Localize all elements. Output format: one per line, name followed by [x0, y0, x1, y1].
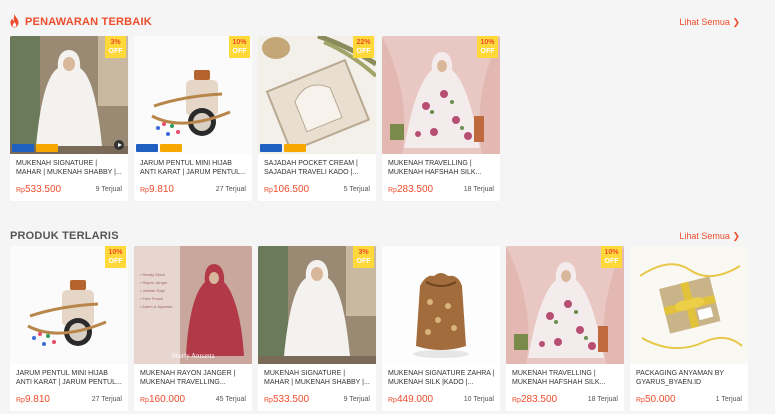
product-card[interactable]: • Ready Stock • Rayon Janger • Jahitan Rap… — [134, 246, 252, 411]
image-caption: Sherly Annanta — [171, 352, 215, 360]
section-header: PENAWARAN TERBAIK Lihat Semua ❯ — [0, 0, 775, 34]
currency-symbol: Rp — [140, 187, 149, 194]
product-card[interactable]: 10% OFF MUKENAH TRAVELLING | MUKENAH HAFSH… — [382, 36, 500, 201]
product-image[interactable]: 10% OFF — [506, 246, 624, 364]
see-all-link[interactable]: Lihat Semua ❯ — [679, 231, 740, 242]
product-image[interactable]: 3% OFF — [258, 246, 376, 364]
product-price: Rp533.500 — [264, 394, 310, 405]
discount-badge: 22% OFF — [353, 36, 374, 58]
product-image[interactable]: 3% OFF — [10, 36, 128, 154]
currency-symbol: Rp — [388, 397, 397, 404]
product-name: SAJADAH POCKET CREAM | SAJADAH TRAVELI K… — [264, 160, 359, 176]
chevron-right-icon: ❯ — [732, 231, 740, 241]
sold-count: 9 Terjual — [95, 186, 122, 193]
discount-badge: 10% OFF — [105, 246, 126, 268]
currency-symbol: Rp — [140, 397, 149, 404]
product-image[interactable]: 10% OFF — [382, 36, 500, 154]
product-card[interactable]: 10% OFF MUKENAH TRAVELLING | MUKENAH HAFSH… — [506, 246, 624, 411]
product-list: 10% OFF JARUM PENTUL MINI HIJAB ANTI KARAT… — [10, 246, 748, 411]
product-price: Rp283.500 — [512, 394, 558, 405]
svg-text:• Jahitan Rapi: • Jahitan Rapi — [140, 288, 165, 293]
product-price: Rp449.000 — [388, 394, 434, 405]
promo-badge — [12, 144, 34, 152]
section-best-sellers: PRODUK TERLARIS Lihat Semua ❯ 10% OFF JARU… — [0, 214, 775, 411]
currency-symbol: Rp — [264, 397, 273, 404]
section-header: PRODUK TERLARIS Lihat Semua ❯ — [0, 214, 775, 248]
product-price: Rp106.500 — [264, 184, 310, 195]
product-card[interactable]: MUKENAH SIGNATURE ZAHRA | Mukenah SILK |… — [382, 246, 500, 411]
product-price: Rp283.500 — [388, 184, 434, 195]
see-all-link[interactable]: Lihat Semua ❯ — [679, 17, 740, 28]
product-card[interactable]: 3% OFF MUKENAH SIGNATURE | MAHAR | MUKENAH… — [10, 36, 128, 201]
discount-badge: 3% OFF — [353, 246, 374, 268]
product-card[interactable]: PACKAGING ANYAMAN BY GYARUS_BYAEN.ID Rp50… — [630, 246, 748, 411]
product-name: MUKENAH RAYON JANGER | MUKENAH TRAVELLIN… — [140, 370, 236, 386]
product-name: MUKENAH SIGNATURE | MAHAR | MUKENAH SHAB… — [16, 160, 122, 176]
product-image[interactable]: 22% OFF — [258, 36, 376, 154]
promo-badge — [260, 144, 282, 152]
product-card[interactable]: 10% OFF JARUM PENTUL MINI HIJAB ANTI KARAT… — [134, 36, 252, 201]
svg-text:• Rayon Janger: • Rayon Janger — [140, 280, 168, 285]
product-price: Rp160.000 — [140, 394, 186, 405]
sold-count: 18 Terjual — [463, 186, 494, 193]
sold-count: 27 Terjual — [215, 186, 246, 193]
promo-badges — [136, 144, 182, 152]
product-name: MUKENAH TRAVELLING | MUKENAH HAFSHAH SIL… — [388, 160, 482, 176]
product-list: 3% OFF MUKENAH SIGNATURE | MAHAR | MUKENAH… — [10, 36, 500, 201]
product-card[interactable]: 3% OFF MUKENAH SIGNATURE | MAHAR | MUKENAH… — [258, 246, 376, 411]
section-best-offers: PENAWARAN TERBAIK Lihat Semua ❯ 3% OFF MUK… — [0, 0, 775, 201]
product-image[interactable]: 10% OFF — [10, 246, 128, 364]
svg-text:• Free Pouch: • Free Pouch — [140, 296, 163, 301]
chevron-right-icon: ❯ — [732, 17, 740, 27]
sold-count: 10 Terjual — [463, 396, 494, 403]
product-price: Rp9.810 — [16, 394, 50, 405]
svg-text:• Adem & Nyaman: • Adem & Nyaman — [140, 304, 173, 309]
svg-text:• Ready Stock: • Ready Stock — [140, 272, 165, 277]
product-image[interactable]: 10% OFF — [134, 36, 252, 154]
promo-badges — [260, 144, 306, 152]
product-price: Rp9.810 — [140, 184, 174, 195]
sold-count: 45 Terjual — [215, 396, 246, 403]
product-price: Rp533.500 — [16, 184, 62, 195]
discount-badge: 10% OFF — [229, 36, 250, 58]
currency-symbol: Rp — [16, 397, 25, 404]
product-image[interactable] — [630, 246, 748, 364]
sold-count: 18 Terjual — [587, 396, 618, 403]
promo-badges — [12, 144, 58, 152]
sold-count: 27 Terjual — [91, 396, 122, 403]
discount-badge: 10% OFF — [477, 36, 498, 58]
discount-badge: 3% OFF — [105, 36, 126, 58]
currency-symbol: Rp — [388, 187, 397, 194]
currency-symbol: Rp — [264, 187, 273, 194]
product-name: PACKAGING ANYAMAN BY GYARUS_BYAEN.ID — [636, 370, 724, 386]
promo-badge — [136, 144, 158, 152]
currency-symbol: Rp — [16, 187, 25, 194]
currency-symbol: Rp — [512, 397, 521, 404]
product-name: JARUM PENTUL MINI HIJAB ANTI KARAT | JAR… — [140, 160, 246, 176]
section-title: PENAWARAN TERBAIK — [25, 16, 152, 28]
product-name: MUKENAH TRAVELLING | MUKENAH HAFSHAH SIL… — [512, 370, 606, 386]
product-image[interactable]: • Ready Stock • Rayon Janger • Jahitan Rap… — [134, 246, 252, 364]
play-icon[interactable] — [114, 140, 124, 150]
product-price: Rp50.000 — [636, 394, 676, 405]
product-name: MUKENAH SIGNATURE | MAHAR | MUKENAH SHAB… — [264, 370, 370, 386]
sold-count: 9 Terjual — [343, 396, 370, 403]
currency-symbol: Rp — [636, 397, 645, 404]
product-image[interactable] — [382, 246, 500, 364]
product-name: MUKENAH SIGNATURE ZAHRA | Mukenah SILK |… — [388, 370, 495, 386]
promo-badge — [36, 144, 58, 152]
promo-badge — [284, 144, 306, 152]
promo-badge — [160, 144, 182, 152]
product-card[interactable]: 22% OFF SAJADAH POCKET CREAM | SAJADAH TRA… — [258, 36, 376, 201]
sold-count: 1 Terjual — [715, 396, 742, 403]
section-title: PRODUK TERLARIS — [10, 230, 119, 242]
discount-badge: 10% OFF — [601, 246, 622, 268]
product-card[interactable]: 10% OFF JARUM PENTUL MINI HIJAB ANTI KARAT… — [10, 246, 128, 411]
flame-icon — [10, 14, 19, 28]
product-name: JARUM PENTUL MINI HIJAB ANTI KARAT | JAR… — [16, 370, 122, 386]
sold-count: 5 Terjual — [343, 186, 370, 193]
